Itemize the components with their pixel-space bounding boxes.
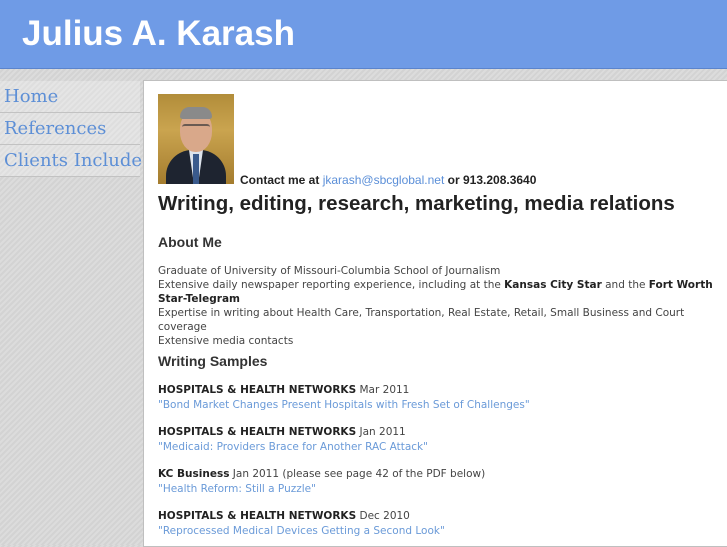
writing-sample: HOSPITALS & HEALTH NETWORKS Jan 2011 "Me…: [158, 425, 718, 455]
nav-item-home[interactable]: Home: [0, 81, 140, 113]
about-line-media: Extensive media contacts: [158, 335, 294, 347]
email-link[interactable]: jkarash@sbcglobal.net: [323, 173, 445, 187]
writing-sample: HOSPITALS & HEALTH NETWORKS Dec 2010 "Re…: [158, 509, 718, 539]
site-title: Julius A. Karash: [22, 14, 295, 53]
kansas-city-star: Kansas City Star: [504, 279, 602, 291]
writing-sample: KC Business Jan 2011 (please see page 42…: [158, 467, 718, 497]
about-line-expertise: Expertise in writing about Health Care, …: [158, 307, 685, 333]
sample-publication: HOSPITALS & HEALTH NETWORKS: [158, 384, 357, 396]
sample-date: Dec 2010: [359, 510, 410, 522]
sample-date: Mar 2011: [359, 384, 410, 396]
experience-and: and the: [605, 279, 646, 291]
photo-tie: [193, 154, 199, 184]
sample-publication: KC Business: [158, 468, 230, 480]
about-heading: About Me: [158, 234, 222, 250]
site-header: Julius A. Karash: [0, 0, 727, 69]
sample-link[interactable]: "Reprocessed Medical Devices Getting a S…: [158, 524, 718, 539]
sample-publication: HOSPITALS & HEALTH NETWORKS: [158, 426, 357, 438]
sample-date: Jan 2011 (please see page 42 of the PDF …: [232, 468, 486, 480]
main-content: Contact me at jkarash@sbcglobal.net or 9…: [143, 80, 727, 547]
nav-item-clients-include[interactable]: Clients Include: [0, 145, 142, 177]
writing-samples-heading: Writing Samples: [158, 353, 268, 369]
sample-publication: HOSPITALS & HEALTH NETWORKS: [158, 510, 357, 522]
contact-or: or: [447, 173, 460, 187]
sample-link[interactable]: "Bond Market Changes Present Hospitals w…: [158, 398, 718, 413]
about-text: Graduate of University of Missouri-Colum…: [158, 264, 718, 348]
about-line-education: Graduate of University of Missouri-Colum…: [158, 265, 501, 277]
writing-sample: HOSPITALS & HEALTH NETWORKS Mar 2011 "Bo…: [158, 383, 718, 413]
nav-item-references[interactable]: References: [0, 113, 140, 145]
photo-glasses: [182, 124, 210, 134]
contact-line: Contact me at jkarash@sbcglobal.net or 9…: [240, 173, 536, 187]
sample-date: Jan 2011: [359, 426, 406, 438]
experience-prefix: Extensive daily newspaper reporting expe…: [158, 279, 501, 291]
about-line-experience: Extensive daily newspaper reporting expe…: [158, 278, 718, 306]
sample-link[interactable]: "Medicaid: Providers Brace for Another R…: [158, 440, 718, 455]
contact-prefix: Contact me at: [240, 173, 320, 187]
profile-photo: [158, 94, 234, 184]
phone-number: 913.208.3640: [462, 173, 537, 187]
photo-hair: [180, 107, 212, 119]
sample-link[interactable]: "Health Reform: Still a Puzzle": [158, 482, 718, 497]
page-headline: Writing, editing, research, marketing, m…: [158, 192, 675, 215]
sidebar-nav: Home References Clients Include: [0, 81, 142, 177]
